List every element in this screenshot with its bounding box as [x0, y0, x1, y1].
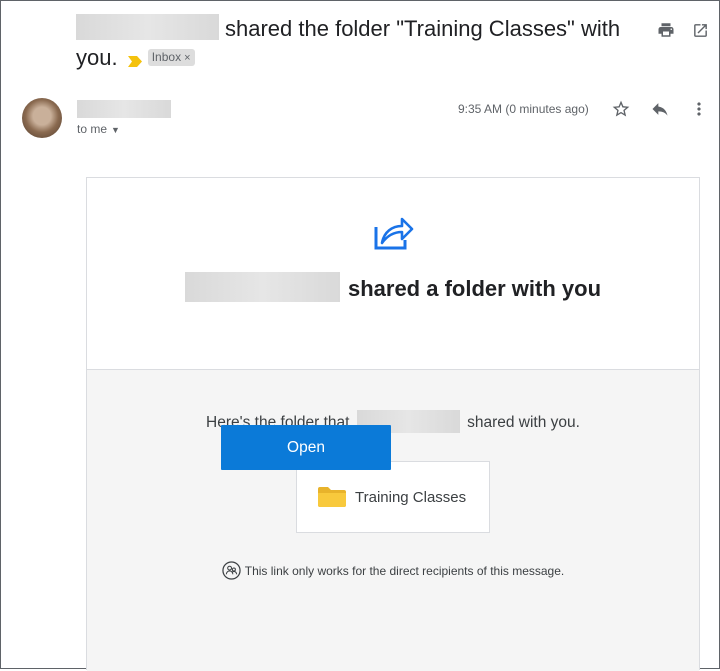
card-header: shared a folder with you: [87, 178, 699, 370]
remove-label-icon[interactable]: ×: [184, 52, 190, 64]
folder-intro-suffix: shared with you.: [467, 414, 580, 431]
recipient-restriction-note: This link only works for the direct reci…: [87, 561, 699, 583]
inbox-label-text: Inbox: [151, 50, 182, 64]
star-icon[interactable]: [611, 99, 631, 119]
redacted-sharer-name: [184, 272, 340, 302]
folder-name: Training Classes: [355, 488, 467, 506]
reply-icon[interactable]: [650, 99, 670, 119]
share-arrow-icon: [372, 214, 414, 257]
folder-icon: [318, 487, 346, 507]
inbox-label-chip[interactable]: Inbox ×: [147, 49, 195, 66]
open-button[interactable]: Open: [221, 425, 391, 470]
message-actions: [611, 99, 709, 119]
print-icon[interactable]: [656, 20, 676, 40]
email-subject: shared the folder "Training Classes" wit…: [76, 14, 636, 74]
headline: shared a folder with you: [87, 272, 699, 304]
thread-actions: [656, 20, 710, 40]
recipient-details-toggle[interactable]: to me ▼: [77, 122, 120, 136]
redacted-sender-address: [77, 100, 171, 118]
shared-folder-card: shared a folder with you Here's the fold…: [86, 177, 700, 671]
sender-avatar[interactable]: [22, 98, 62, 138]
recipient-text: to me: [77, 122, 108, 136]
headline-text: shared a folder with you: [347, 276, 602, 301]
redacted-sender-name: [76, 14, 219, 40]
folder-link[interactable]: Training Classes: [296, 461, 490, 533]
chevron-down-icon: ▼: [111, 125, 120, 135]
people-icon: [222, 561, 241, 583]
important-marker-icon[interactable]: [127, 45, 142, 74]
message-timestamp: 9:35 AM (0 minutes ago): [458, 102, 589, 116]
card-body: Here's the folder that shared with you. …: [87, 370, 699, 671]
folder-intro: Here's the folder that shared with you.: [87, 410, 699, 433]
link-note-text: This link only works for the direct reci…: [244, 564, 565, 578]
open-in-new-window-icon[interactable]: [690, 20, 710, 40]
more-options-icon[interactable]: [689, 99, 709, 119]
